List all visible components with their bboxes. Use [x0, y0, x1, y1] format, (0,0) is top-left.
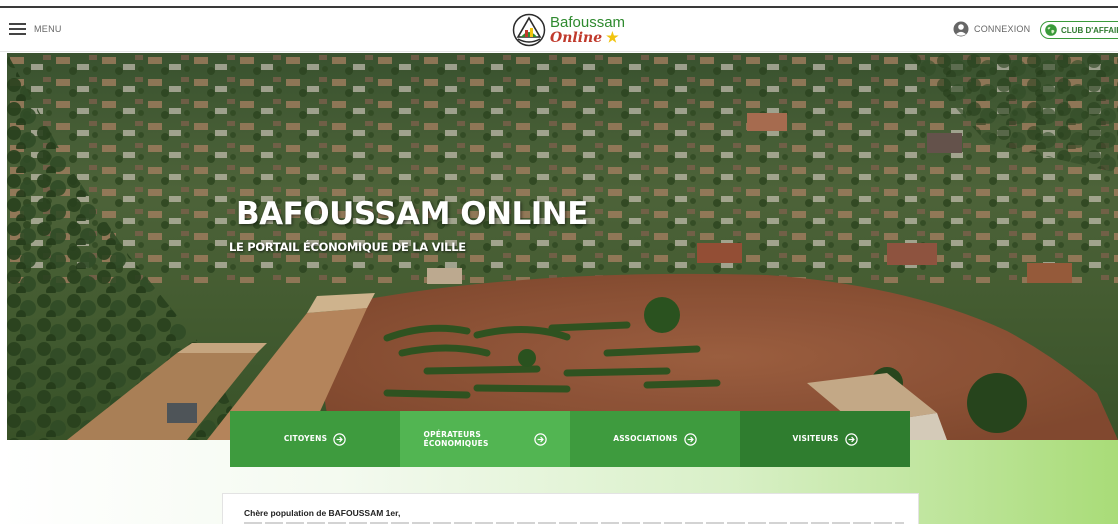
category-visiteurs-label: VISITEURS	[792, 434, 839, 444]
star-icon: ★	[606, 30, 619, 46]
arrow-right-circle-icon	[844, 432, 858, 446]
menu-label: MENU	[34, 24, 62, 34]
hamburger-icon	[9, 23, 26, 35]
logo-emblem	[512, 13, 546, 47]
category-associations-label: ASSOCIATIONS	[613, 434, 678, 444]
category-visiteurs[interactable]: VISITEURS	[740, 411, 910, 467]
category-operateurs-economiques[interactable]: OPÉRATEURS ÉCONOMIQUES	[400, 411, 570, 467]
hero-title: BAFOUSSAM ONLINE	[236, 196, 588, 232]
arrow-right-circle-icon	[684, 432, 697, 446]
welcome-message-box: Chère population de BAFOUSSAM 1er,	[222, 493, 919, 524]
logo-main-text: Bafoussam	[550, 14, 626, 31]
club-affaires-button[interactable]: CLUB D'AFFAIR	[1040, 21, 1118, 39]
category-citoyens-label: CITOYENS	[283, 434, 328, 444]
category-citoyens[interactable]: CITOYENS	[230, 411, 400, 467]
arrow-right-circle-icon	[333, 432, 346, 446]
welcome-greeting: Chère population de BAFOUSSAM 1er,	[244, 508, 401, 518]
site-header: MENU Bafoussam Online ★ CONNEXION CLUB D…	[0, 8, 1118, 52]
category-operateurs-label: OPÉRATEURS ÉCONOMIQUES	[423, 429, 489, 448]
club-affaires-label: CLUB D'AFFAIR	[1061, 25, 1118, 35]
arrow-right-circle-icon	[533, 432, 547, 446]
site-logo[interactable]: Bafoussam Online ★	[512, 11, 625, 49]
menu-button[interactable]: MENU	[9, 23, 62, 35]
globe-icon	[1045, 24, 1057, 36]
category-nav: CITOYENS OPÉRATEURS ÉCONOMIQUES ASSOCIATI…	[230, 411, 910, 467]
page: MENU Bafoussam Online ★ CONNEXION CLUB D…	[0, 0, 1118, 524]
hero-subtitle: LE PORTAIL ÉCONOMIQUE DE LA VILLE	[229, 240, 466, 254]
logo-sub-text: Online ★	[550, 30, 619, 46]
hero-banner: BAFOUSSAM ONLINE LE PORTAIL ÉCONOMIQUE D…	[7, 53, 1118, 440]
login-button[interactable]: CONNEXION	[953, 21, 1030, 37]
user-icon	[953, 21, 969, 37]
login-label: CONNEXION	[974, 24, 1031, 34]
category-associations[interactable]: ASSOCIATIONS	[570, 411, 740, 467]
hero-city-aerial-photo	[7, 53, 1118, 440]
